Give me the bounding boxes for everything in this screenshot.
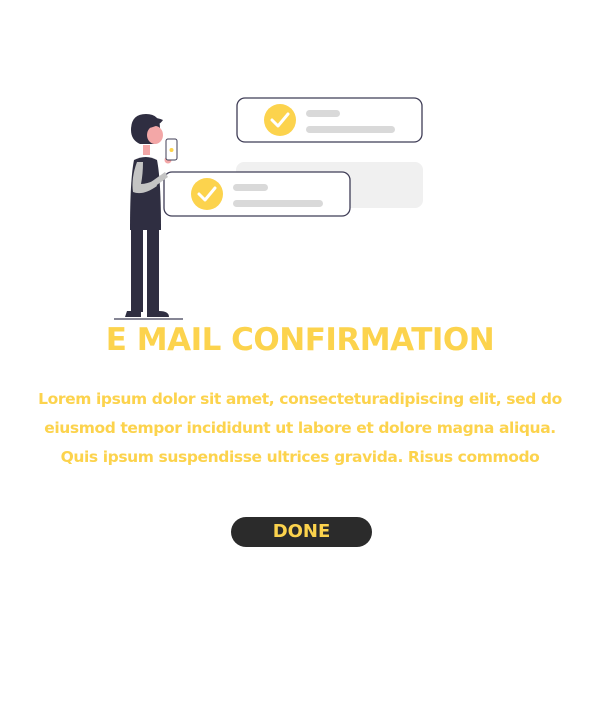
confirmation-card-bottom xyxy=(163,171,351,217)
check-icon xyxy=(264,104,296,136)
description-line: eiusmod tempor incididunt ut labore et d… xyxy=(44,419,556,437)
description-text: Lorem ipsum dolor sit amet, consectetura… xyxy=(20,385,580,472)
page-title: E MAIL CONFIRMATION xyxy=(105,322,495,358)
confirmation-illustration xyxy=(114,97,423,320)
check-icon xyxy=(191,178,223,210)
description-line: Quis ipsum suspendisse ultrices gravida.… xyxy=(60,448,540,466)
confirmation-card-top xyxy=(236,97,423,143)
description-line: Lorem ipsum dolor sit amet, consectetura… xyxy=(38,390,562,408)
email-confirmation-screen: E MAIL CONFIRMATION Lorem ipsum dolor si… xyxy=(0,0,600,702)
done-button[interactable]: DONE xyxy=(231,517,372,547)
